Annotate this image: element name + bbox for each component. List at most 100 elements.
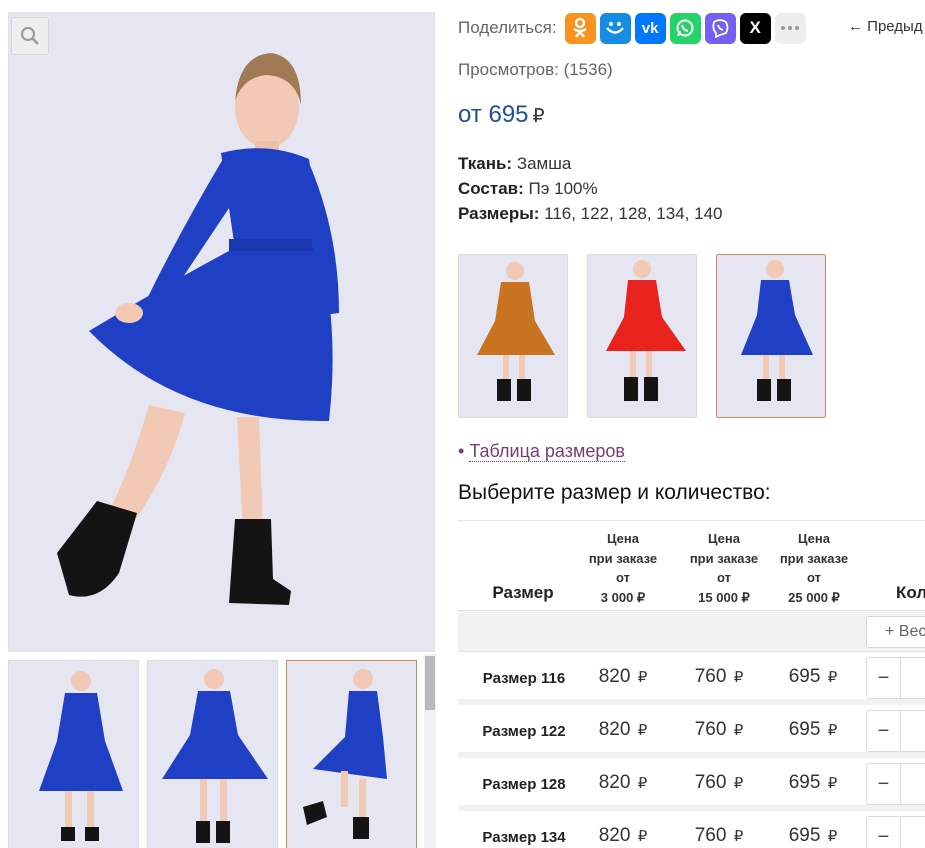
header-line: от bbox=[807, 570, 821, 585]
currency-sign: ₽ bbox=[637, 775, 648, 792]
thumb-image bbox=[9, 661, 138, 848]
thumb-image bbox=[148, 661, 277, 848]
row-price-3: 695 ₽ bbox=[768, 772, 858, 794]
color-variant-blue[interactable] bbox=[716, 254, 826, 418]
row-price-3: 695 ₽ bbox=[768, 666, 858, 688]
row-price-1: 820 ₽ bbox=[578, 719, 668, 741]
color-variant-red[interactable] bbox=[587, 254, 697, 418]
row-size: Размер 122 bbox=[482, 723, 566, 740]
price-number: 760 bbox=[694, 666, 727, 687]
gallery-thumbnails bbox=[8, 660, 428, 848]
quantity-stepper: − bbox=[866, 816, 925, 848]
color-variant-image bbox=[459, 255, 567, 417]
header-line: Цена bbox=[607, 531, 639, 546]
header-quantity: Количество bbox=[896, 583, 925, 602]
quantity-input[interactable] bbox=[902, 764, 925, 804]
share-label: Поделиться: bbox=[458, 18, 557, 37]
gallery-thumb-2[interactable] bbox=[147, 660, 278, 848]
header-price-3000: Цена при заказе от 3 000 ₽ bbox=[578, 529, 668, 607]
quantity-stepper: − bbox=[866, 710, 925, 752]
property-value: Замша bbox=[512, 154, 572, 173]
x-icon: X bbox=[749, 18, 761, 37]
currency-sign: ₽ bbox=[637, 669, 648, 686]
header-line: 15 000 ₽ bbox=[698, 589, 750, 605]
quantity-minus-button[interactable]: − bbox=[867, 711, 901, 751]
price-number: 695 bbox=[788, 666, 821, 687]
header-line: 25 000 ₽ bbox=[788, 589, 840, 605]
row-price-1: 820 ₽ bbox=[578, 666, 668, 688]
zoom-button[interactable] bbox=[11, 17, 49, 55]
share-moi-mir-button[interactable] bbox=[599, 12, 631, 44]
currency-sign: ₽ bbox=[733, 828, 744, 845]
property-composition: Состав: Пэ 100% bbox=[458, 176, 722, 201]
share-odnoklassniki-button[interactable] bbox=[564, 12, 596, 44]
price-number: 820 bbox=[598, 772, 631, 793]
gallery-thumb-1[interactable] bbox=[8, 660, 139, 848]
color-variant-image bbox=[588, 255, 696, 417]
table-header: Размер Цена при заказе от 3 000 ₽ Цена п… bbox=[458, 520, 925, 610]
row-price-1: 820 ₽ bbox=[578, 772, 668, 794]
header-price-25000: Цена при заказе от 25 000 ₽ bbox=[769, 529, 859, 607]
previous-product-link[interactable]: ← Предыд bbox=[848, 18, 923, 35]
quantity-input[interactable] bbox=[902, 817, 925, 848]
header-line: Цена bbox=[708, 531, 740, 546]
currency-sign: ₽ bbox=[733, 669, 744, 686]
quantity-input[interactable] bbox=[902, 711, 925, 751]
property-value: Пэ 100% bbox=[523, 179, 598, 198]
currency-sign: ₽ bbox=[827, 775, 838, 792]
viber-icon bbox=[712, 19, 729, 38]
main-product-photo[interactable] bbox=[8, 12, 435, 652]
property-value: 116, 122, 128, 134, 140 bbox=[539, 204, 723, 223]
quantity-input[interactable] bbox=[902, 658, 925, 698]
color-variants bbox=[458, 254, 845, 418]
share-x-button[interactable]: X bbox=[739, 12, 771, 44]
add-all-button[interactable]: + Весь ряд bbox=[866, 616, 925, 648]
odnoklassniki-icon bbox=[573, 17, 587, 38]
price-value: от 695 bbox=[458, 101, 529, 128]
color-variant-orange[interactable] bbox=[458, 254, 568, 418]
gallery-scrollbar-thumb[interactable] bbox=[425, 656, 435, 710]
size-chart: • Таблица размеров bbox=[458, 441, 625, 462]
row-price-2: 760 ₽ bbox=[674, 772, 764, 794]
gallery-scrollbar[interactable] bbox=[424, 654, 436, 848]
bulk-row: + Весь ряд bbox=[458, 610, 925, 652]
vk-icon: vk bbox=[641, 19, 659, 37]
price-number: 695 bbox=[788, 825, 821, 846]
currency-sign: ₽ bbox=[637, 828, 648, 845]
currency-sign: ₽ bbox=[827, 669, 838, 686]
price-number: 820 bbox=[598, 825, 631, 846]
row-price-3: 695 ₽ bbox=[768, 719, 858, 741]
row-price-3: 695 ₽ bbox=[768, 825, 858, 847]
price-number: 760 bbox=[694, 825, 727, 846]
row-size: Размер 134 bbox=[482, 829, 566, 846]
share-vk-button[interactable]: vk bbox=[634, 12, 666, 44]
property-fabric: Ткань: Замша bbox=[458, 151, 722, 176]
gallery-thumb-3[interactable] bbox=[286, 660, 417, 848]
quantity-stepper: − bbox=[866, 657, 925, 699]
share-more-button[interactable] bbox=[774, 12, 806, 44]
currency-sign: ₽ bbox=[532, 106, 545, 127]
header-line: при заказе bbox=[689, 550, 759, 566]
size-chart-link[interactable]: Таблица размеров bbox=[469, 441, 625, 462]
header-line: 3 000 ₽ bbox=[600, 589, 646, 605]
quantity-minus-button[interactable]: − bbox=[867, 764, 901, 804]
row-size: Размер 128 bbox=[482, 776, 566, 793]
price-number: 760 bbox=[694, 772, 727, 793]
share-viber-button[interactable] bbox=[704, 12, 736, 44]
price-number: 695 bbox=[788, 719, 821, 740]
moi-mir-icon bbox=[606, 22, 625, 34]
header-line: от bbox=[717, 570, 731, 585]
product-properties: Ткань: Замша Состав: Пэ 100% Размеры: 11… bbox=[458, 151, 722, 226]
table-row: Размер 134 820 ₽ 760 ₽ 695 ₽ − bbox=[458, 811, 925, 848]
quantity-minus-button[interactable]: − bbox=[867, 658, 901, 698]
currency-sign: ₽ bbox=[827, 828, 838, 845]
property-label: Состав: bbox=[458, 179, 524, 198]
header-line: от bbox=[616, 570, 630, 585]
row-price-1: 820 ₽ bbox=[578, 825, 668, 847]
share-bar: Поделиться: vk X bbox=[458, 12, 810, 44]
quantity-minus-button[interactable]: − bbox=[867, 817, 901, 848]
share-whatsapp-button[interactable] bbox=[669, 12, 701, 44]
row-price-2: 760 ₽ bbox=[674, 719, 764, 741]
header-line: Цена bbox=[798, 531, 830, 546]
girl-in-blue-dress-image bbox=[9, 13, 434, 651]
